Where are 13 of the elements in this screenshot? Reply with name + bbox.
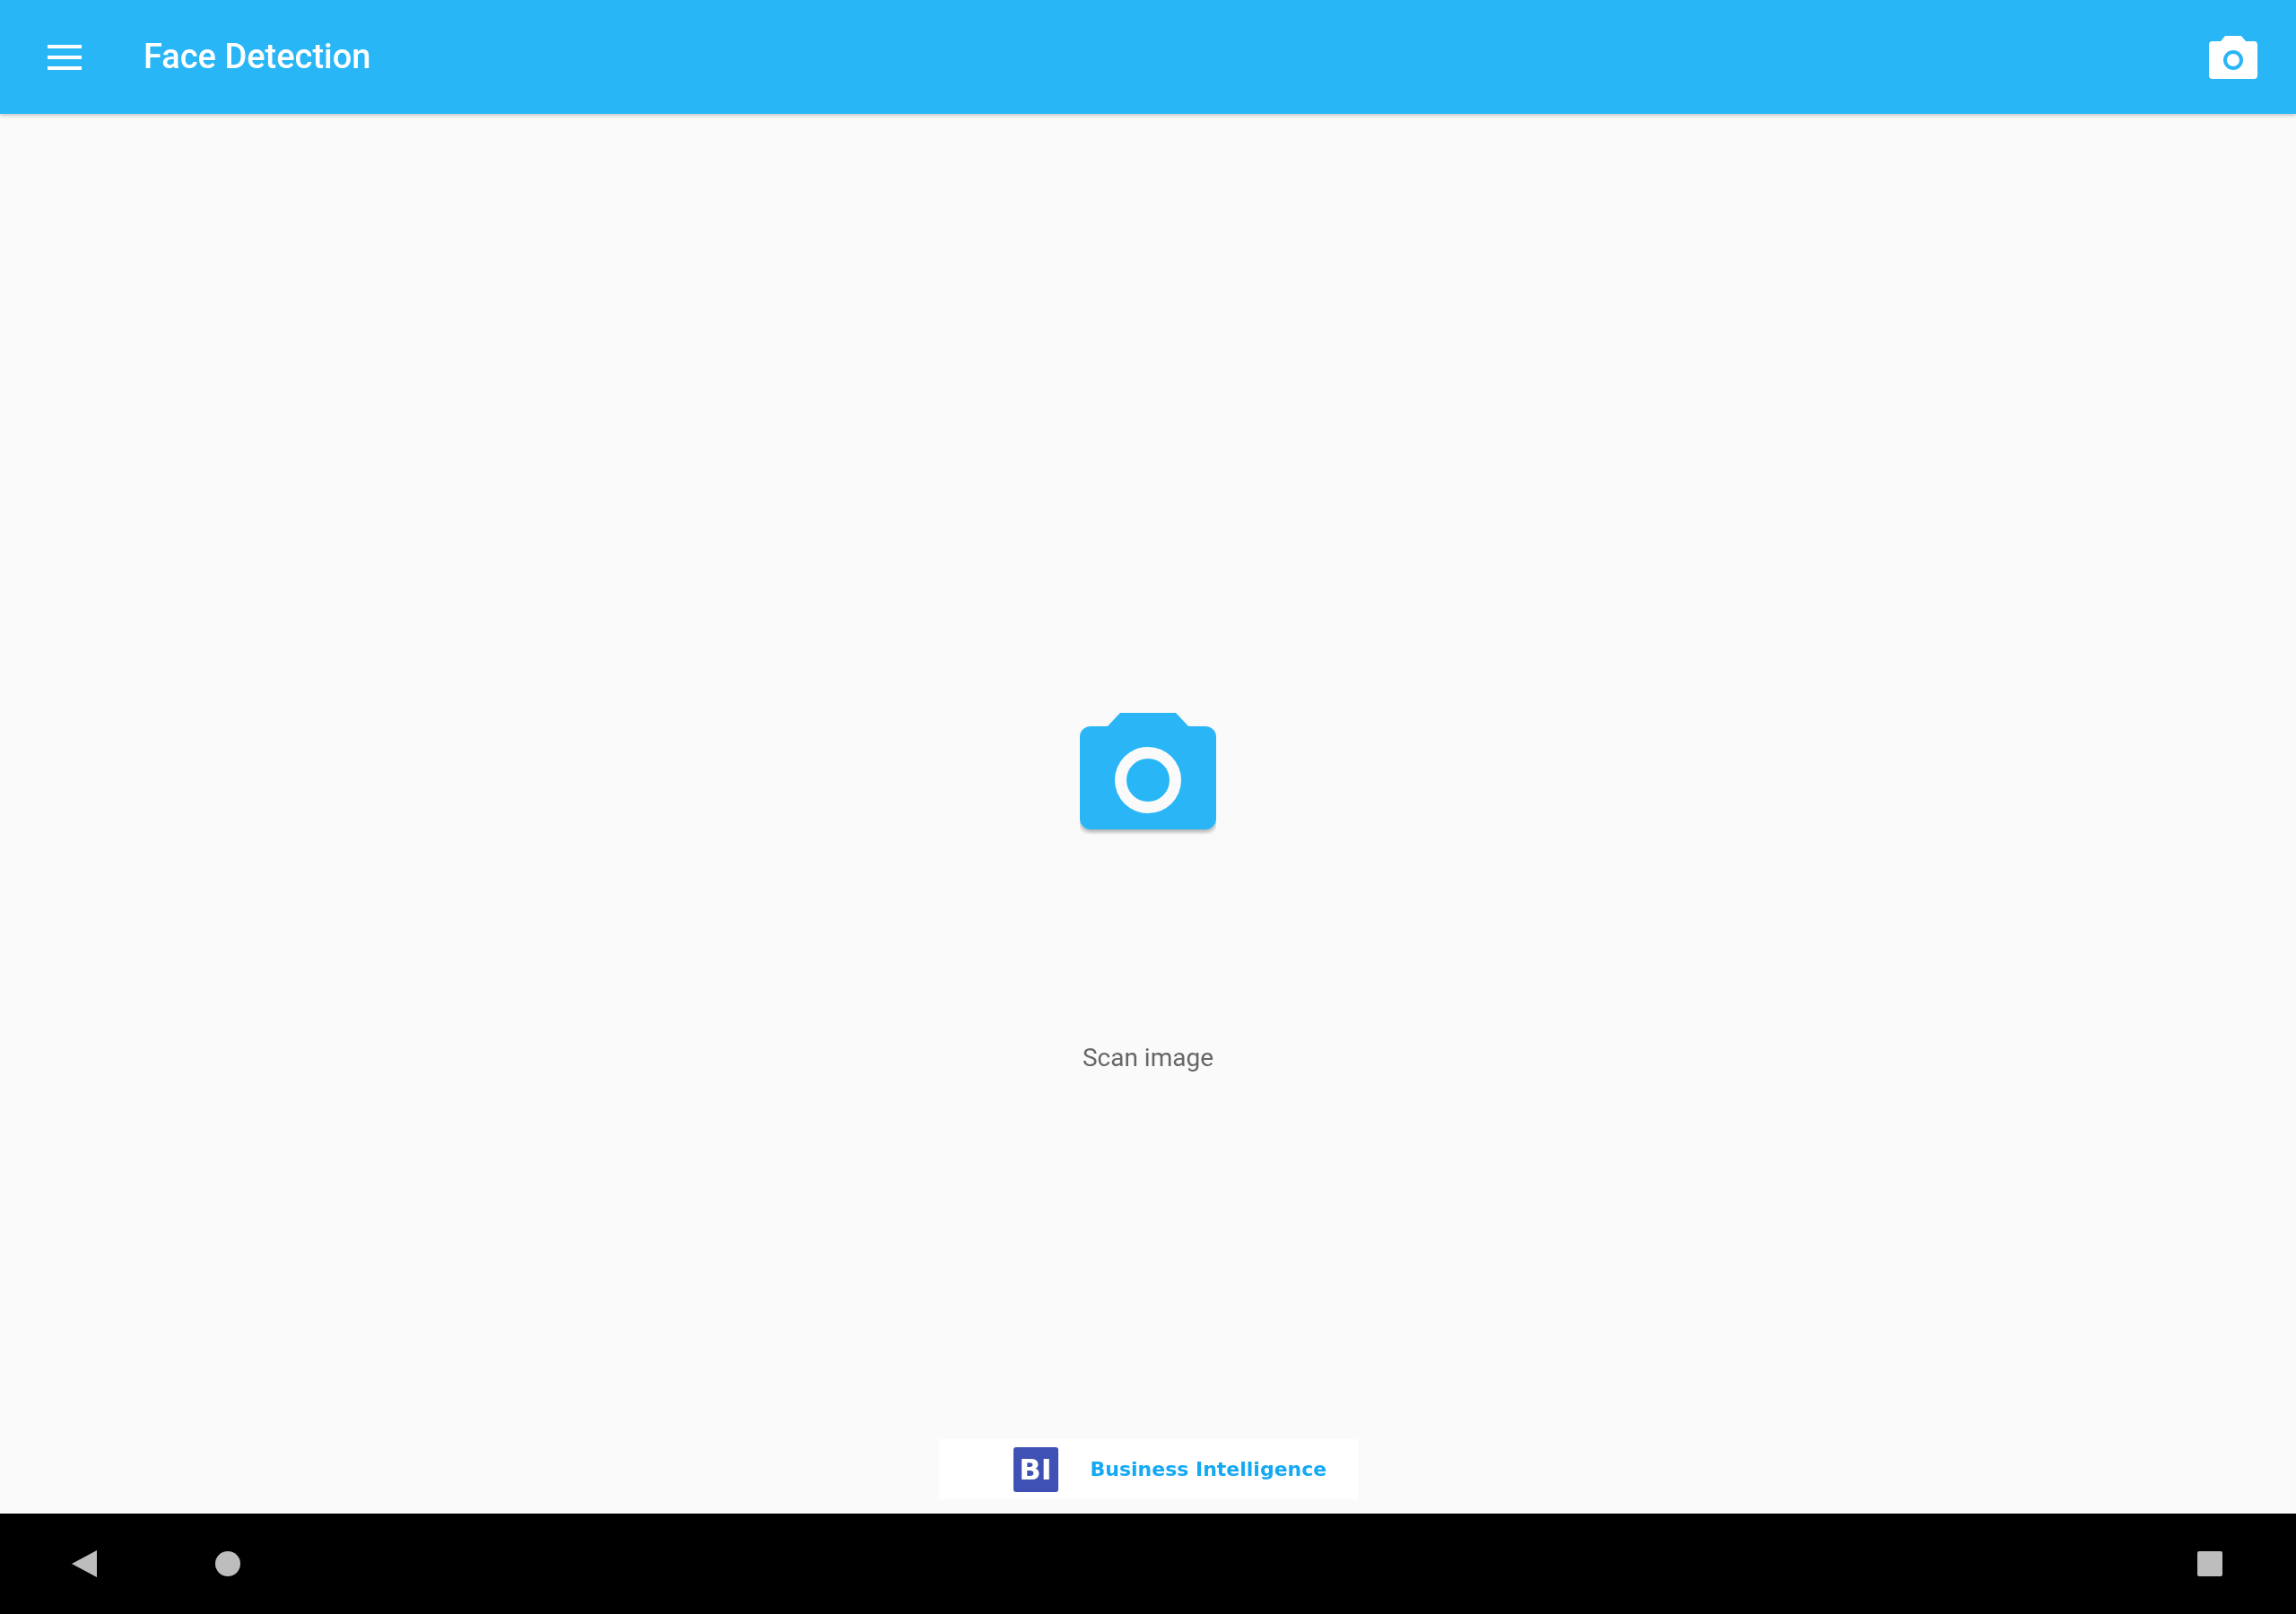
camera-icon <box>2209 35 2257 79</box>
home-icon <box>215 1551 240 1576</box>
back-button[interactable] <box>70 1549 99 1578</box>
app-title: Face Detection <box>144 36 371 78</box>
logo-badge: BI <box>1013 1446 1058 1492</box>
ad-text: Business Intelligence <box>1090 1457 1327 1482</box>
recents-icon <box>2197 1551 2222 1576</box>
back-icon <box>72 1550 97 1577</box>
ad-banner[interactable]: BI Business Intelligence <box>938 1439 1358 1499</box>
scan-image-label: Scan image <box>1082 1042 1214 1074</box>
menu-icon <box>48 44 82 70</box>
home-button[interactable] <box>213 1549 242 1578</box>
recents-button[interactable] <box>2196 1549 2224 1578</box>
